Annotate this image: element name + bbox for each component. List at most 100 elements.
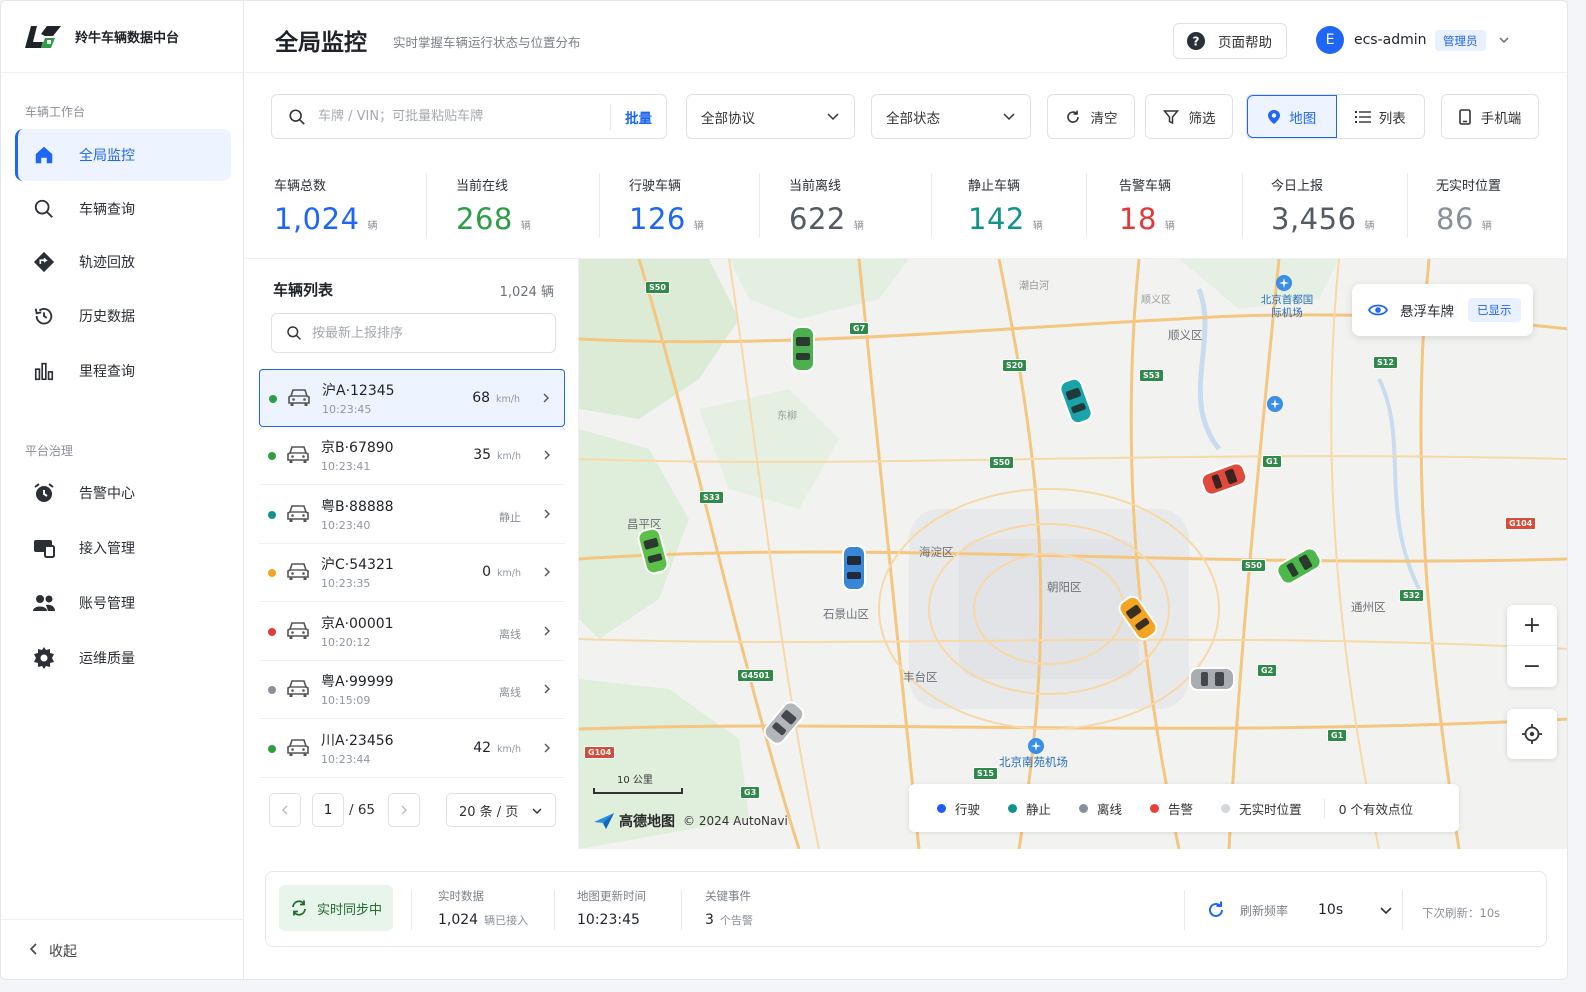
sidebar-item-access[interactable]: 接入管理 xyxy=(15,522,231,574)
sync-status-chip[interactable]: 实时同步中 xyxy=(279,885,393,931)
vehicle-speed-value: 42 xyxy=(473,740,492,756)
map-label-chaoyang: 朝阳区 xyxy=(1047,580,1082,594)
stat-label: 今日上报 xyxy=(1271,179,1324,194)
avatar[interactable]: E xyxy=(1316,26,1344,54)
search-icon xyxy=(287,326,301,340)
mobile-button[interactable]: 手机端 xyxy=(1441,94,1539,139)
stat-number: 622 xyxy=(789,202,846,236)
vehicle-list-title: 车辆列表 xyxy=(273,281,334,299)
vehicle-row[interactable]: 粤B·88888 10:23:40 静止 xyxy=(259,486,565,544)
zoom-out-button[interactable]: − xyxy=(1507,646,1557,687)
vehicle-marker-grey[interactable] xyxy=(1188,666,1236,692)
protocol-select[interactable]: 全部协议 xyxy=(686,94,855,139)
stat-total: 车辆总数 1,024 辆 xyxy=(274,159,378,259)
refresh-rate-select[interactable]: 刷新频率 10s xyxy=(1206,900,1393,920)
search-icon xyxy=(289,108,305,125)
sidebar-item-ops-quality[interactable]: 运维质量 xyxy=(15,632,231,684)
stat-number: 18 xyxy=(1119,202,1157,236)
map-label-small: 潮白河 xyxy=(1019,281,1049,292)
clear-button[interactable]: 清空 xyxy=(1047,94,1135,139)
road-badge: S33 xyxy=(699,491,724,504)
vehicle-state: 离线 xyxy=(499,686,521,699)
chevron-down-icon xyxy=(1003,113,1015,121)
airport-icon xyxy=(1028,738,1044,754)
car-icon xyxy=(287,505,309,522)
collapse-button[interactable]: 收起 xyxy=(1,919,244,979)
help-button[interactable]: ? 页面帮助 xyxy=(1173,23,1287,59)
vehicle-time: 10:23:41 xyxy=(321,460,371,473)
vehicle-plate: 京A·00001 xyxy=(321,616,394,632)
sidebar-item-label: 运维质量 xyxy=(79,651,135,667)
vehicle-row[interactable]: 京A·00001 10:20:12 离线 xyxy=(259,603,565,661)
vehicle-row[interactable]: 沪C·54321 10:23:35 0 km/h xyxy=(259,544,565,602)
legend-dot xyxy=(1221,803,1231,813)
sidebar-item-global-monitor[interactable]: 全局监控 xyxy=(15,129,231,181)
sidebar-item-label: 轨迹回放 xyxy=(79,255,135,271)
legend-label: 行驶 xyxy=(955,801,981,817)
map-view-tab[interactable]: 地图 xyxy=(1247,95,1337,138)
float-plate-toggle[interactable]: 悬浮车牌 已显示 xyxy=(1352,284,1533,336)
stat-value: 1,024 辆 xyxy=(274,202,378,236)
refresh-rate-key: 刷新频率 xyxy=(1240,903,1289,918)
stat-number: 268 xyxy=(456,202,513,236)
chevron-right-icon xyxy=(544,684,550,694)
sidebar-item-track-playback[interactable]: 轨迹回放 xyxy=(15,236,231,288)
status-dot xyxy=(268,452,276,460)
filter-button[interactable]: 筛选 xyxy=(1145,94,1233,139)
vehicle-row[interactable]: 粤A·99999 10:15:09 离线 xyxy=(259,661,565,719)
vehicle-plate: 粤B·88888 xyxy=(321,499,394,515)
sidebar-item-history[interactable]: 历史数据 xyxy=(15,290,231,342)
search-input[interactable] xyxy=(318,109,598,124)
road-badge: G1 xyxy=(1262,455,1283,468)
map-label-shijingshan: 石景山区 xyxy=(823,607,869,621)
prev-page-button[interactable] xyxy=(269,793,301,827)
brand[interactable]: 羚牛车辆数据中台 xyxy=(1,1,243,73)
vehicle-row[interactable]: 京B·67890 10:23:41 35 km/h xyxy=(259,427,565,485)
chevron-down-icon[interactable] xyxy=(1498,30,1510,50)
vehicle-search[interactable]: 批量 xyxy=(271,94,667,139)
stat-value: 3,456 辆 xyxy=(1271,202,1375,236)
legend-dot xyxy=(1079,803,1089,813)
route-icon xyxy=(31,249,57,275)
help-icon: ? xyxy=(1187,32,1205,50)
road-badge: S15 xyxy=(973,767,998,780)
car-icon xyxy=(287,680,309,697)
vehicle-list-search[interactable] xyxy=(271,313,556,353)
stats-bar: 车辆总数 1,024 辆 当前在线 268 辆 行驶车辆 126 辆 当前离线 622… xyxy=(245,159,1567,259)
map-scale-label: 10 公里 xyxy=(617,775,653,786)
vehicle-marker-green[interactable] xyxy=(790,325,816,373)
road-badge: S50 xyxy=(989,456,1014,469)
stat-label: 当前在线 xyxy=(456,179,509,194)
status-select[interactable]: 全部状态 xyxy=(871,94,1031,139)
sidebar-item-alarm-center[interactable]: 告警中心 xyxy=(15,467,231,519)
stat-number: 1,024 xyxy=(274,202,360,236)
page-total: / 65 xyxy=(349,802,376,818)
vehicle-list-search-input[interactable] xyxy=(312,325,532,341)
vehicle-row[interactable]: 沪A·12345 10:23:45 68 km/h xyxy=(259,369,565,427)
stat-unit: 辆 xyxy=(1364,221,1376,232)
map-update-value: 10:23:45 xyxy=(577,912,640,928)
road-badge: G3 xyxy=(740,786,761,799)
map-view[interactable]: 海淀区 朝阳区 石景山区 丰台区 通州区 顺义区 昌平区 北京首都国际机场 北京… xyxy=(579,259,1567,849)
status-dot xyxy=(268,628,276,636)
stat-offline: 当前离线 622 辆 xyxy=(789,159,864,259)
vehicle-list-count: 1,024 辆 xyxy=(499,285,554,300)
page-size-select[interactable]: 20 条 / 页 xyxy=(446,793,556,827)
vehicle-plate: 川A·23456 xyxy=(321,733,394,749)
list-view-tab[interactable]: 列表 xyxy=(1337,95,1425,138)
vehicle-row[interactable]: 川A·23456 10:23:44 42 km/h xyxy=(259,720,565,778)
sidebar-item-mileage[interactable]: 里程查询 xyxy=(15,345,231,397)
sidebar-item-vehicle-query[interactable]: 车辆查询 xyxy=(15,183,231,235)
page-current[interactable]: 1 xyxy=(312,793,344,827)
batch-button[interactable]: 批量 xyxy=(610,104,666,130)
locate-button[interactable] xyxy=(1507,709,1557,759)
next-page-button[interactable] xyxy=(388,793,420,827)
vehicle-marker-blue[interactable] xyxy=(841,544,867,592)
user-name[interactable]: ecs-admin xyxy=(1354,32,1427,48)
legend-label: 离线 xyxy=(1097,801,1123,817)
zoom-in-button[interactable]: + xyxy=(1507,605,1557,646)
realtime-data-unit: 辆已接入 xyxy=(484,914,529,927)
sidebar-item-accounts[interactable]: 账号管理 xyxy=(15,577,231,629)
stat-unit: 辆 xyxy=(520,221,532,232)
vehicle-plate: 沪A·12345 xyxy=(322,383,395,399)
